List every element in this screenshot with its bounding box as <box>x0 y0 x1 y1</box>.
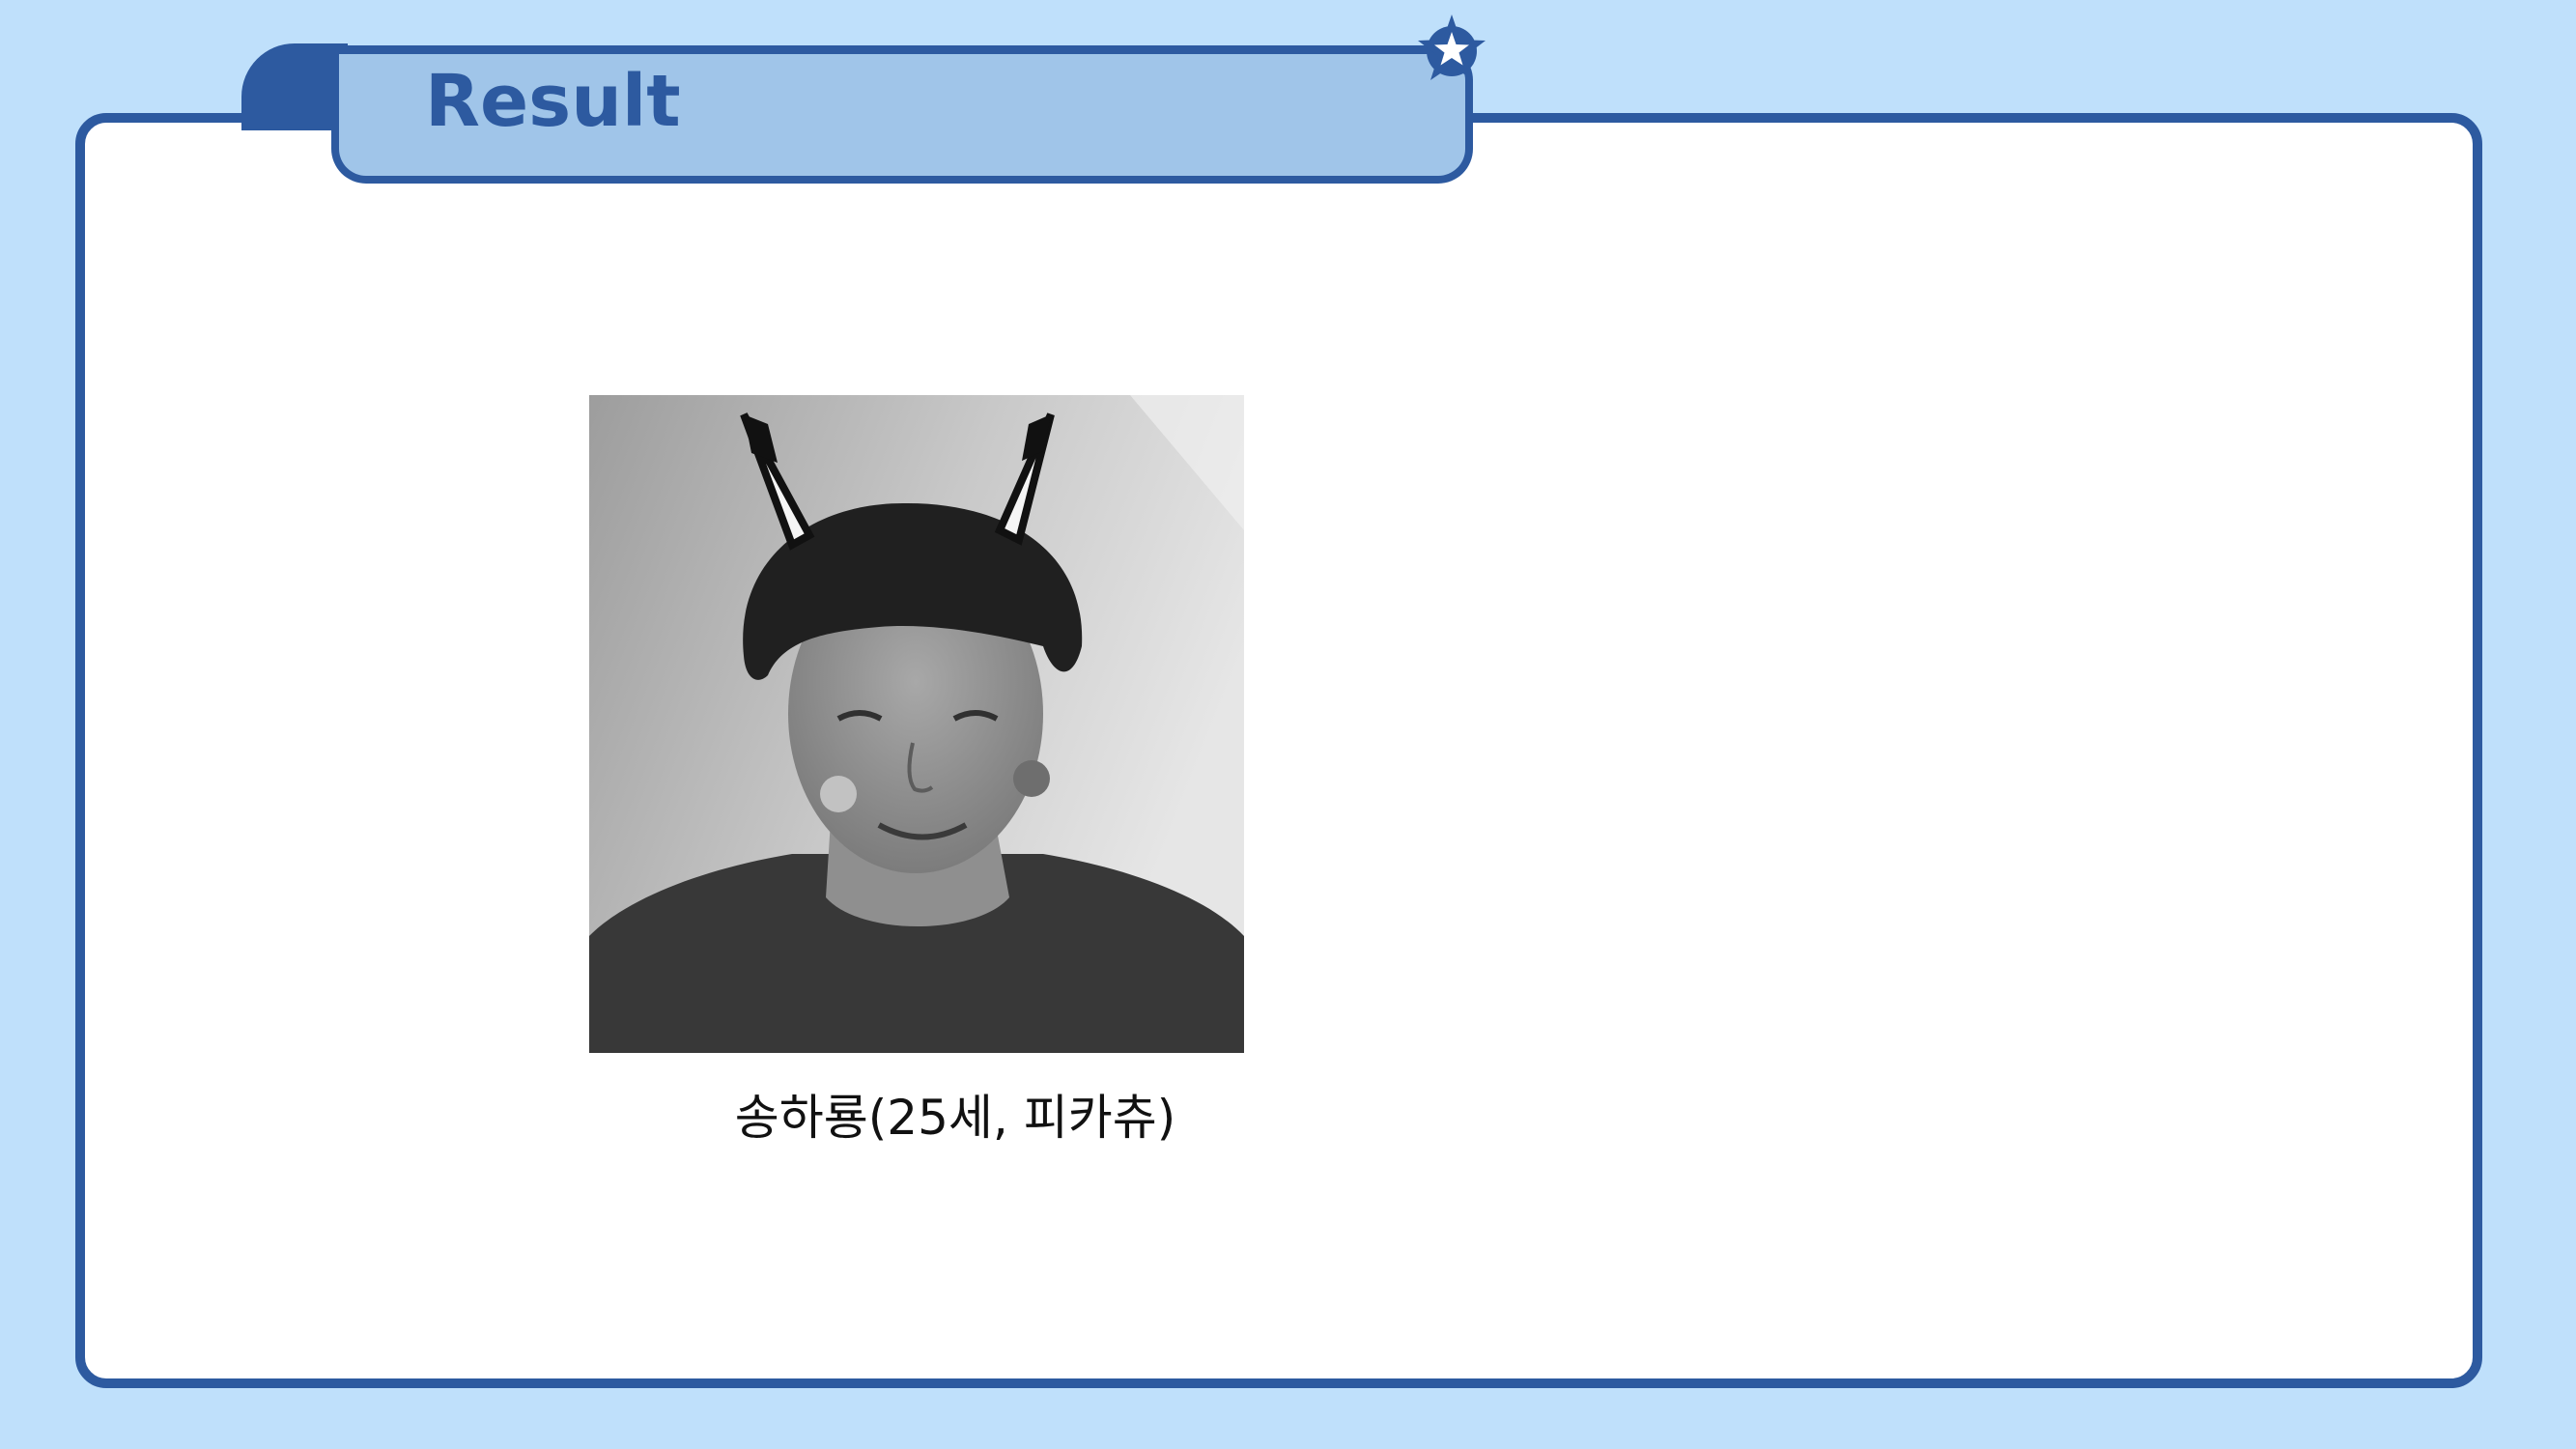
content-card <box>75 113 2482 1388</box>
slide-title: Result <box>425 60 681 143</box>
star-icon <box>1418 14 1486 80</box>
photo-caption: 송하룡(25세, 피카츄) <box>734 1090 1176 1146</box>
portrait-photo <box>589 395 1244 1053</box>
